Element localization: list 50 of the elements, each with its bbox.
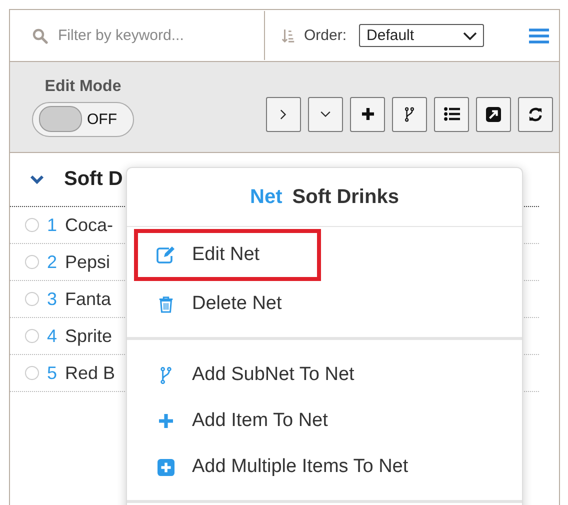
order-dropdown[interactable]: Default xyxy=(358,24,484,47)
item-name: Pepsi xyxy=(65,252,110,272)
edit-mode-label: Edit Mode xyxy=(44,78,122,96)
edit-mode-toggle[interactable]: OFF xyxy=(32,102,134,136)
menu-item[interactable]: Edit Net xyxy=(134,229,321,281)
item-name: Fanta xyxy=(65,288,112,310)
item-name: Sprite xyxy=(65,326,112,346)
item-name: Coca- xyxy=(65,214,114,236)
menu-type-label: Net xyxy=(250,186,282,208)
radio-button[interactable] xyxy=(25,366,39,380)
item-number: 4 xyxy=(47,326,58,346)
edit-icon xyxy=(156,246,176,264)
plus-square-icon xyxy=(156,458,176,476)
search-field[interactable]: Filter by keyword... xyxy=(56,26,250,45)
radio-button[interactable] xyxy=(25,255,39,269)
net-title: Soft D xyxy=(64,168,123,191)
radio-button[interactable] xyxy=(25,218,39,232)
menu-item[interactable]: Add Item To Net xyxy=(134,398,338,444)
item-number: 1 xyxy=(47,214,58,236)
refresh-icon xyxy=(528,106,543,122)
menu-title: Soft Drinks xyxy=(292,186,399,208)
plus-icon xyxy=(360,107,374,121)
menu-item[interactable]: Add SubNet To Net xyxy=(134,352,364,398)
chevron-down-icon xyxy=(462,32,477,40)
menu-icon[interactable] xyxy=(529,28,549,44)
radio-button[interactable] xyxy=(25,292,39,306)
chevron-right-icon xyxy=(280,108,287,120)
external-link-icon xyxy=(486,106,501,122)
branch-button[interactable] xyxy=(392,96,427,132)
list-icon xyxy=(444,107,460,121)
add-button[interactable] xyxy=(350,96,385,132)
refresh-button[interactable] xyxy=(518,96,553,132)
list-button[interactable] xyxy=(434,96,469,132)
branch-icon xyxy=(405,106,414,122)
search-icon xyxy=(32,28,48,44)
menu-item[interactable]: Add Multiple Items To Net xyxy=(134,444,418,490)
expand-button[interactable] xyxy=(266,96,301,132)
item-name: Red B xyxy=(65,362,116,384)
sort-icon xyxy=(281,28,296,44)
item-number: 3 xyxy=(47,288,58,310)
plus-icon xyxy=(156,413,176,429)
radio-button[interactable] xyxy=(25,329,39,343)
chevron-down-icon xyxy=(320,110,331,118)
item-number: 2 xyxy=(47,252,58,272)
open-button[interactable] xyxy=(476,96,511,132)
menu-item[interactable]: Delete Net xyxy=(134,281,321,327)
chevron-down-icon[interactable] xyxy=(30,175,44,184)
order-label: Order: xyxy=(304,27,347,44)
item-number: 5 xyxy=(47,362,58,384)
collapse-button[interactable] xyxy=(308,96,343,132)
